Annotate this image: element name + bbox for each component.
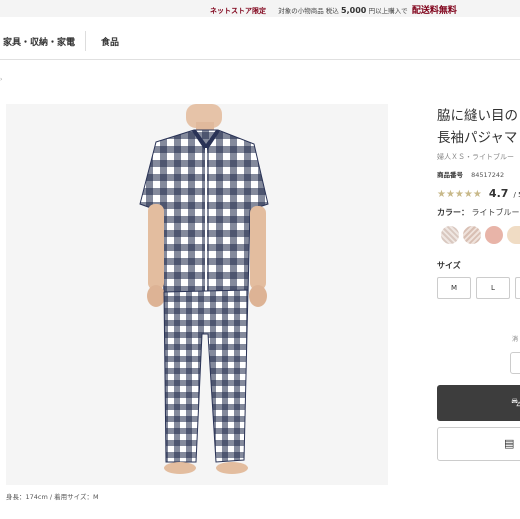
promo-text: ネットストア限定 対象の小物商品 税込 5,000 円以上購入で 配送料無料 <box>210 3 457 16</box>
promo-bar: ネットストア限定 対象の小物商品 税込 5,000 円以上購入で 配送料無料 <box>0 0 520 17</box>
color-swatch-2[interactable] <box>463 226 481 244</box>
size-button-l[interactable]: L <box>476 277 510 299</box>
star-icon: ★★★★★ <box>437 189 482 200</box>
promo-limited: ネットストア限定 <box>210 7 266 15</box>
size-button-more[interactable] <box>515 277 520 299</box>
promo-condition: 対象の小物商品 税込 <box>278 7 339 15</box>
product-code-value: 84517242 <box>471 171 505 179</box>
nav-item-food[interactable]: 食品 <box>101 35 119 48</box>
pajama-model-illustration <box>139 104 269 474</box>
quantity-note: 消 <box>512 336 519 343</box>
nav-divider <box>85 31 86 51</box>
product-rating[interactable]: ★★★★★ 4.7 / 5 <box>437 182 520 201</box>
add-to-cart-button[interactable]: ⛍ <box>437 385 520 421</box>
store-stock-button[interactable]: ▤ <box>437 427 520 461</box>
model-info-caption: 身長：174cm / 着用サイズ：M <box>6 493 99 501</box>
rating-out-of: / 5 <box>513 191 520 199</box>
color-swatch-1[interactable] <box>441 226 459 244</box>
product-code-label: 商品番号 <box>437 171 463 179</box>
promo-free-shipping[interactable]: 配送料無料 <box>412 6 457 16</box>
color-label: カラー： <box>437 208 469 217</box>
quantity-select[interactable] <box>510 352 520 374</box>
product-title: 脇に縫い目の 長袖パジャマ <box>437 106 518 150</box>
color-swatch-4[interactable] <box>507 226 520 244</box>
cart-icon: ⛍ <box>511 396 520 409</box>
rating-score: 4.7 <box>488 187 509 200</box>
breadcrumb[interactable]: › <box>0 76 2 83</box>
product-title-line1: 脇に縫い目の <box>437 108 518 124</box>
size-label: サイズ <box>437 261 461 270</box>
color-swatch-3[interactable] <box>485 226 503 244</box>
size-button-m[interactable]: M <box>437 277 471 299</box>
product-title-line2: 長袖パジャマ <box>437 130 518 146</box>
promo-condition-tail: 円以上購入で <box>368 7 408 15</box>
product-image[interactable] <box>6 104 388 485</box>
color-value: ライトブルー <box>471 208 520 217</box>
category-nav: 家具・収納・家電 食品 <box>0 22 520 60</box>
color-selector-label: カラー： ライトブルー <box>437 207 520 218</box>
product-code: 商品番号 84517242 <box>437 169 504 179</box>
product-variant: 婦人ＸＳ・ライトブルー <box>437 153 514 161</box>
nav-item-furniture[interactable]: 家具・収納・家電 <box>3 35 75 48</box>
promo-amount: 5,000 <box>341 6 367 15</box>
store-icon: ▤ <box>504 437 515 450</box>
